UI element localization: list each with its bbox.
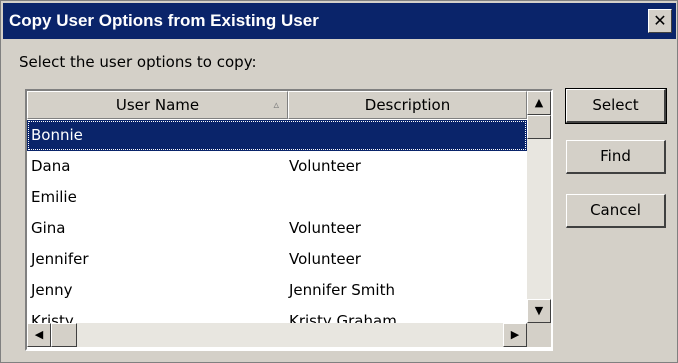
- list-header: User Name ▵ Description: [27, 91, 527, 119]
- arrow-down-icon: ▼: [534, 304, 544, 317]
- column-label-user-name: User Name: [115, 96, 200, 114]
- select-button-label: Select: [592, 96, 639, 114]
- table-row[interactable]: Emilie: [27, 182, 527, 213]
- close-icon: ✕: [653, 11, 667, 30]
- cell-description: Volunteer: [289, 157, 361, 175]
- table-row[interactable]: Jennifer Volunteer: [27, 244, 527, 275]
- cell-user-name: Jennifer: [31, 250, 89, 268]
- title-bar: Copy User Options from Existing User ✕: [3, 3, 676, 39]
- user-list[interactable]: User Name ▵ Description Bonnie Dana Volu…: [25, 89, 553, 351]
- cell-user-name: Dana: [31, 157, 71, 175]
- cell-user-name: Gina: [31, 219, 66, 237]
- scroll-right-button[interactable]: ▶: [503, 323, 527, 347]
- sort-ascending-icon: ▵: [273, 98, 279, 111]
- cell-description: Volunteer: [289, 219, 361, 237]
- horizontal-scrollbar[interactable]: ◀ ▶: [27, 323, 527, 347]
- table-row[interactable]: Jenny Jennifer Smith: [27, 275, 527, 306]
- scroll-down-button[interactable]: ▼: [527, 299, 551, 323]
- cell-description: Volunteer: [289, 250, 361, 268]
- cancel-button-label: Cancel: [590, 201, 641, 219]
- cell-user-name: Emilie: [31, 188, 77, 206]
- horizontal-scroll-thumb[interactable]: [51, 323, 77, 347]
- arrow-right-icon: ▶: [510, 328, 520, 341]
- cancel-button[interactable]: Cancel: [566, 194, 666, 228]
- table-row[interactable]: Gina Volunteer: [27, 213, 527, 244]
- table-row[interactable]: Bonnie: [27, 120, 527, 151]
- column-header-user-name[interactable]: User Name ▵: [27, 91, 288, 119]
- cell-user-name: Jenny: [31, 281, 73, 299]
- close-button[interactable]: ✕: [648, 9, 672, 33]
- copy-user-options-dialog: Copy User Options from Existing User ✕ S…: [0, 0, 678, 363]
- select-button[interactable]: Select: [565, 88, 667, 124]
- vertical-scroll-thumb[interactable]: [527, 115, 551, 139]
- column-header-description[interactable]: Description: [288, 91, 527, 119]
- cell-user-name: Bonnie: [31, 126, 83, 144]
- cell-description: Jennifer Smith: [289, 281, 395, 299]
- column-label-description: Description: [364, 96, 451, 114]
- find-button-label: Find: [600, 147, 631, 165]
- vertical-scrollbar[interactable]: ▲ ▼: [527, 91, 551, 323]
- arrow-up-icon: ▲: [534, 96, 544, 109]
- find-button[interactable]: Find: [566, 140, 666, 174]
- arrow-left-icon: ◀: [34, 328, 44, 341]
- list-rows: Bonnie Dana Volunteer Emilie Gina Volunt…: [27, 120, 527, 337]
- table-row[interactable]: Dana Volunteer: [27, 151, 527, 182]
- scroll-left-button[interactable]: ◀: [27, 323, 51, 347]
- scroll-up-button[interactable]: ▲: [527, 91, 551, 115]
- window-title: Copy User Options from Existing User: [9, 11, 319, 30]
- scrollbar-corner: [527, 323, 551, 347]
- instruction-label: Select the user options to copy:: [19, 53, 257, 71]
